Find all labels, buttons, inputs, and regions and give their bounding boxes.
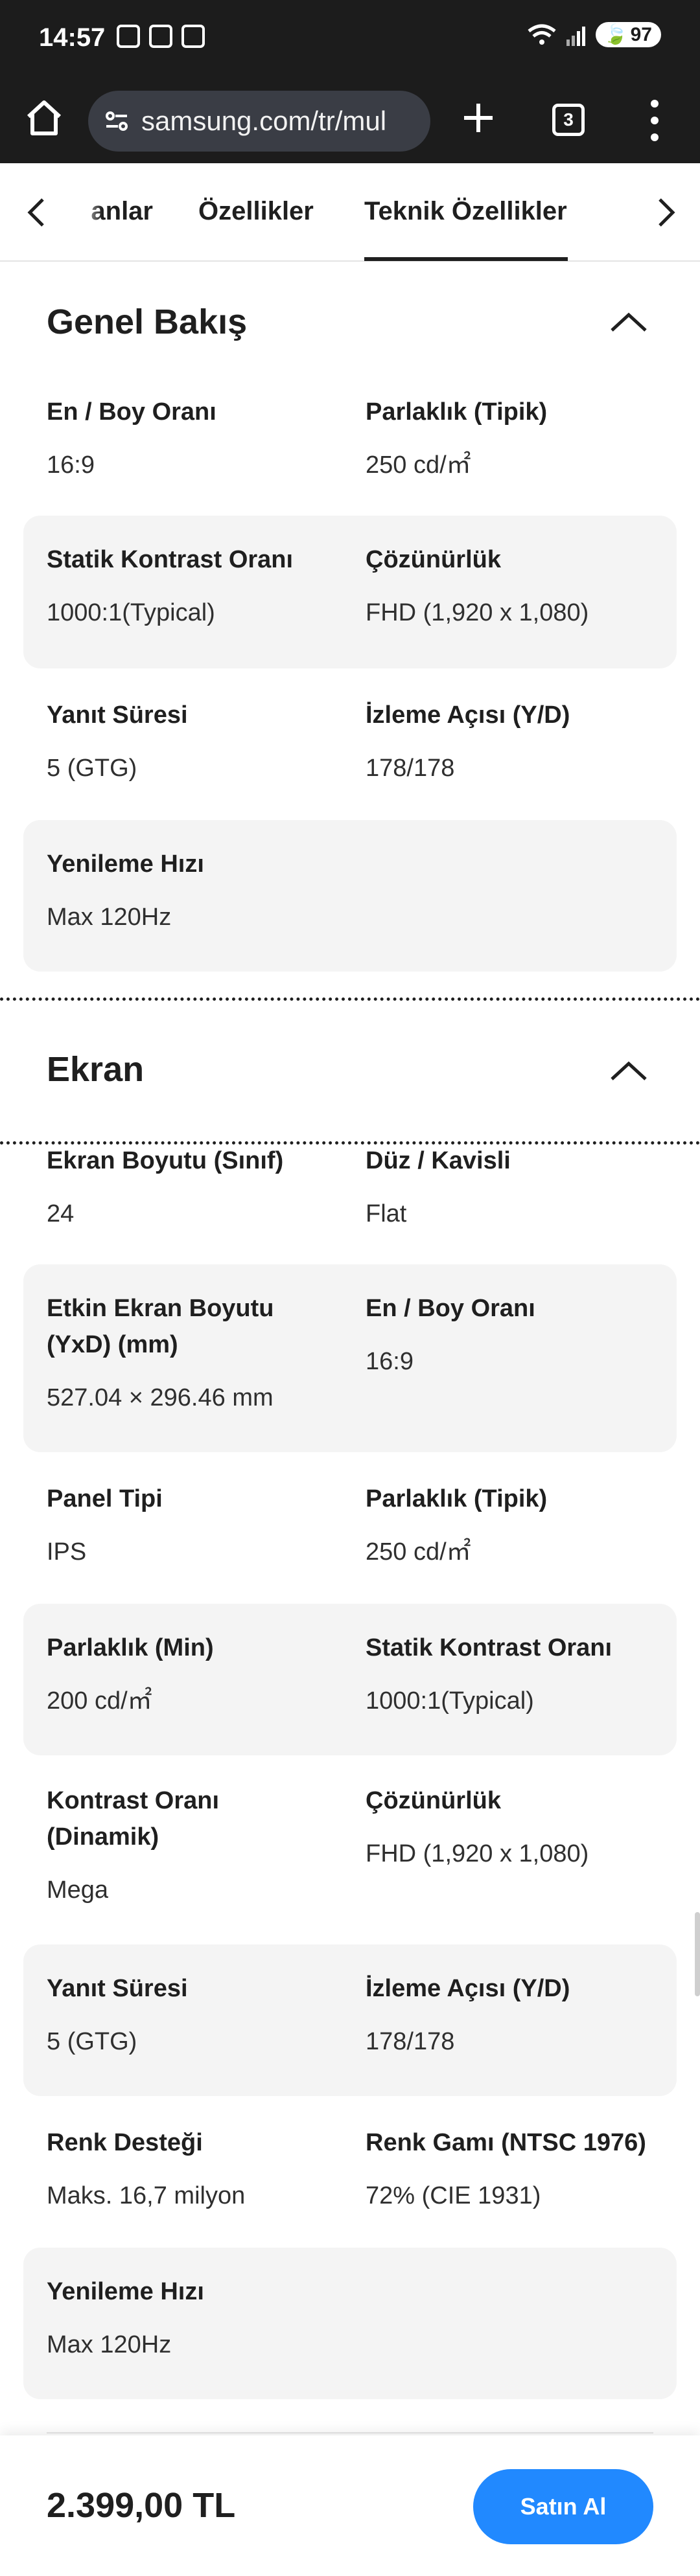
price: 2.399,00 TL [47, 2486, 236, 2525]
spec-row: Statik Kontrast Oranı 1000:1(Typical) Çöz… [23, 516, 677, 668]
address-bar[interactable]: samsung.com/tr/mul [88, 91, 430, 152]
wifi-icon [528, 24, 556, 45]
spec-value: FHD (1,920 x 1,080) [366, 599, 589, 626]
notification-icon [181, 25, 205, 48]
spec-row: Panel Tipi IPS Parlaklık (Tipik) 250 cd/㎡ [23, 1457, 677, 1600]
spec-label: Parlaklık (Tipik) [366, 398, 548, 426]
spec-label: Yanıt Süresi [47, 1975, 188, 2002]
home-icon[interactable] [23, 97, 65, 139]
browser-toolbar: samsung.com/tr/mul 3 [0, 76, 700, 163]
spec-label: En / Boy Oranı [47, 398, 216, 426]
spec-row: Yanıt Süresi 5 (GTG) İzleme Açısı (Y/D) 17… [23, 1944, 677, 2096]
spec-label: Etkin Ekran Boyutu (YxD) (mm) [47, 1295, 274, 1358]
spec-label: En / Boy Oranı [366, 1295, 535, 1322]
spec-value: 5 (GTG) [47, 2028, 137, 2055]
status-bar: 14:57 🍃 97 [0, 0, 700, 76]
buy-button[interactable]: Satın Al [473, 2469, 653, 2544]
chevron-left-icon[interactable] [18, 193, 57, 232]
spec-row: Etkin Ekran Boyutu (YxD) (mm) 527.04 × 29… [23, 1264, 677, 1452]
spec-label: İzleme Açısı (Y/D) [366, 701, 570, 729]
battery-level: 97 [630, 23, 652, 45]
spec-label: Çözünürlük [366, 1787, 501, 1814]
spec-value: Max 120Hz [47, 2331, 172, 2358]
new-tab-icon[interactable] [458, 97, 499, 139]
spec-value: 5 (GTG) [47, 755, 137, 782]
spec-value: 527.04 × 296.46 mm [47, 1384, 274, 1411]
system-icons: 🍃 97 [528, 22, 661, 47]
tab-purchase-options[interactable]: anlar [76, 197, 153, 226]
site-settings-icon[interactable] [104, 108, 130, 134]
spec-value: 178/178 [366, 755, 455, 782]
battery-leaf-icon: 🍃 [603, 24, 628, 45]
spec-value: 16:9 [47, 451, 95, 479]
spec-value: 250 cd/㎡ [366, 451, 471, 479]
spec-label: Parlaklık (Min) [47, 1634, 214, 1661]
spec-label: İzleme Açısı (Y/D) [366, 1975, 570, 2002]
spec-value: Maks. 16,7 milyon [47, 2182, 246, 2209]
spec-value: IPS [47, 1538, 87, 1566]
active-tab-indicator [364, 257, 568, 261]
spec-label: Yanıt Süresi [47, 701, 188, 729]
spec-value: FHD (1,920 x 1,080) [366, 1840, 589, 1867]
spec-label: Statik Kontrast Oranı [47, 546, 294, 573]
url-text[interactable]: samsung.com/tr/mul [141, 106, 386, 137]
spec-label: Düz / Kavisli [366, 1147, 511, 1174]
spec-value: Max 120Hz [47, 904, 172, 931]
section-title-overview[interactable]: Genel Bakış [47, 302, 247, 342]
spec-value: 16:9 [366, 1348, 414, 1375]
spec-row: Kontrast Oranı (Dinamik) Mega Çözünürlük F… [23, 1761, 677, 1939]
purchase-bar: 2.399,00 TL Satın Al [0, 2435, 700, 2576]
signal-icon [566, 24, 586, 46]
spec-label: Renk Desteği [47, 2129, 203, 2156]
spec-row: Parlaklık (Min) 200 cd/㎡ Statik Kontrast … [23, 1604, 677, 1755]
spec-tab-navigation: anlar Özellikler Teknik Özellikler [0, 163, 700, 262]
spec-label: Panel Tipi [47, 1485, 163, 1512]
chevron-up-icon[interactable] [609, 1058, 648, 1084]
battery-indicator: 🍃 97 [596, 22, 661, 47]
spec-value: 72% (CIE 1931) [366, 2182, 541, 2209]
spec-value: 1000:1(Typical) [366, 1687, 534, 1715]
more-menu-icon[interactable] [647, 100, 662, 141]
spec-label: Yenileme Hızı [47, 850, 204, 878]
tab-count: 3 [563, 109, 574, 130]
spec-label: Yenileme Hızı [47, 2278, 204, 2305]
notification-icon [117, 25, 140, 48]
spec-row: Ekran Boyutu (Sınıf) 24 Düz / Kavisli Flat [23, 1140, 677, 1260]
spec-label: Parlaklık (Tipik) [366, 1485, 548, 1512]
tab-technical-specs[interactable]: Teknik Özellikler [364, 197, 567, 226]
tab-switcher-button[interactable]: 3 [552, 104, 585, 136]
spec-value: 1000:1(Typical) [47, 599, 215, 626]
chevron-right-icon[interactable] [646, 193, 684, 232]
spec-value: Flat [366, 1200, 407, 1227]
spec-row: Renk Desteği Maks. 16,7 milyon Renk Gamı … [23, 2101, 677, 2244]
spec-label: Renk Gamı (NTSC 1976) [366, 2129, 646, 2156]
notification-icon [149, 25, 172, 48]
tab-features[interactable]: Özellikler [198, 197, 314, 226]
spec-value: Mega [47, 1876, 109, 1904]
spec-row: Yenileme Hızı Max 120Hz [23, 820, 677, 972]
spec-row: Yanıt Süresi 5 (GTG) İzleme Açısı (Y/D) 17… [23, 674, 677, 816]
spec-label: Ekran Boyutu (Sınıf) [47, 1147, 284, 1174]
spec-value: 250 cd/㎡ [366, 1538, 471, 1566]
spec-row: Yenileme Hızı Max 120Hz [23, 2248, 677, 2399]
spec-label: Kontrast Oranı (Dinamik) [47, 1787, 220, 1851]
spec-label: Çözünürlük [366, 546, 501, 573]
spec-label: Statik Kontrast Oranı [366, 1634, 612, 1661]
spec-row: En / Boy Oranı 16:9 Parlaklık (Tipik) 250 … [23, 382, 677, 509]
spec-value: 24 [47, 1200, 75, 1227]
divider [47, 2432, 653, 2434]
section-divider [0, 997, 700, 1001]
spec-value: 178/178 [366, 2028, 455, 2055]
chevron-up-icon[interactable] [609, 310, 648, 336]
section-title-display[interactable]: Ekran [47, 1049, 144, 1089]
scrollbar-thumb[interactable] [695, 1912, 700, 1996]
status-time: 14:57 [39, 23, 106, 52]
notification-icons [117, 25, 205, 48]
spec-value: 200 cd/㎡ [47, 1687, 152, 1715]
